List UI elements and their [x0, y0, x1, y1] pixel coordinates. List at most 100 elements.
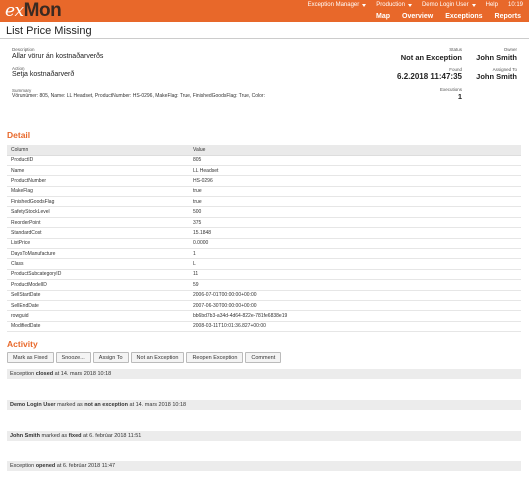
- row-value: 15.1848: [189, 227, 521, 239]
- exception-manager-label: Exception Manager: [307, 2, 360, 8]
- environment-label: Production: [376, 2, 405, 8]
- status-label: Status: [449, 47, 462, 52]
- top-menu: Exception Manager Production Demo Login …: [308, 2, 523, 8]
- table-row: SellStartDate 2006-07-01T00:00:00+00:00: [7, 290, 521, 301]
- activity-user: Demo Login User: [10, 402, 56, 408]
- value-header: Value: [189, 145, 521, 156]
- row-column-name: SellEndDate: [7, 300, 189, 312]
- activity-time: at 6. febrúar 2018 11:51: [81, 433, 142, 439]
- table-row: DaysToManufacture 1: [7, 248, 521, 260]
- chevron-down-icon: [471, 3, 476, 7]
- table-row: rowguid bb6bd7b3-a34d-4d64-822e-781fe6838…: [7, 310, 521, 322]
- activity-entry: Demo Login User marked as not an excepti…: [7, 400, 521, 410]
- row-value: 375: [189, 217, 521, 229]
- activity-event: not an exception: [84, 402, 128, 408]
- table-row: ProductNumber HS-0296: [7, 175, 521, 187]
- table-row: SafetyStockLevel 500: [7, 206, 521, 218]
- row-column-name: ModifiedDate: [7, 321, 189, 333]
- description-label: Description: [12, 47, 35, 52]
- clock: 10:19: [507, 2, 523, 8]
- activity-time: at 14. mars 2018 10:18: [127, 402, 187, 408]
- user-label: Demo Login User: [421, 2, 469, 8]
- row-value: true: [189, 186, 521, 198]
- description-value: Allar vörur án kostnaðarverðs: [12, 53, 104, 60]
- comment-button[interactable]: Comment: [245, 352, 282, 363]
- reopen-exception-button[interactable]: Reopen Exception: [186, 352, 244, 363]
- activity-text: marked as: [39, 433, 69, 439]
- activity-buttons: Mark as Fixed Snooze... Assign To Not an…: [7, 352, 282, 363]
- column-header: Column: [7, 145, 189, 156]
- exception-manager-dropdown[interactable]: Exception Manager: [308, 2, 367, 8]
- detail-heading: Detail: [7, 130, 31, 140]
- row-value: 500: [189, 206, 521, 218]
- row-value: 2007-06-30T00:00:00+00:00: [189, 300, 521, 312]
- row-value: 2006-07-01T00:00:00+00:00: [189, 290, 521, 301]
- detail-table: Column Value ProductID 805 Name LL Headset P…: [7, 145, 521, 333]
- owner-value: John Smith: [476, 53, 517, 62]
- row-column-name: Class: [7, 258, 189, 270]
- table-row: StandardCost 15.1848: [7, 227, 521, 239]
- assign-to-button[interactable]: Assign To: [92, 352, 129, 363]
- row-value: 1: [189, 248, 521, 260]
- environment-dropdown[interactable]: Production: [376, 2, 412, 8]
- row-value: 0.0000: [189, 238, 521, 250]
- row-column-name: ListPrice: [7, 238, 189, 250]
- table-row: MakeFlag true: [7, 186, 521, 198]
- activity-entry: Exception opened at 6. febrúar 2018 11:4…: [7, 461, 521, 471]
- activity-entry: Exception closed at 14. mars 2018 10:18: [7, 369, 521, 379]
- snooze-button[interactable]: Snooze...: [55, 352, 91, 363]
- status-value: Not an Exception: [400, 53, 462, 62]
- summary-value: Vörunúmer: 805, Name: LL Headset, Produc…: [12, 93, 265, 99]
- row-column-name: StandardCost: [7, 227, 189, 239]
- row-column-name: rowguid: [7, 310, 189, 322]
- mark-as-fixed-button[interactable]: Mark as Fixed: [7, 352, 54, 363]
- table-row: ReorderPoint 375: [7, 217, 521, 229]
- table-row: SellEndDate 2007-06-30T00:00:00+00:00: [7, 300, 521, 312]
- chevron-down-icon: [362, 3, 367, 7]
- row-value: LL Headset: [189, 165, 521, 177]
- row-value: true: [189, 196, 521, 208]
- row-column-name: ProductNumber: [7, 175, 189, 187]
- row-column-name: DaysToManufacture: [7, 248, 189, 260]
- user-dropdown[interactable]: Demo Login User: [422, 2, 476, 8]
- activity-text: marked as: [55, 402, 85, 408]
- table-header-row: Column Value: [7, 145, 521, 156]
- row-column-name: ReorderPoint: [7, 217, 189, 229]
- activity-time: at 6. febrúar 2018 11:47: [55, 463, 116, 469]
- not-an-exception-button[interactable]: Not an Exception: [130, 352, 185, 363]
- divider: [0, 38, 529, 39]
- activity-time: at 14. mars 2018 10:18: [53, 371, 112, 377]
- row-column-name: Name: [7, 165, 189, 177]
- row-column-name: MakeFlag: [7, 186, 189, 198]
- table-row: Name LL Headset: [7, 165, 521, 177]
- row-column-name: SafetyStockLevel: [7, 206, 189, 218]
- row-column-name: ProductID: [7, 155, 189, 166]
- table-row: ListPrice 0.0000: [7, 238, 521, 250]
- help-link[interactable]: Help: [486, 2, 498, 8]
- found-value: 6.2.2018 11:47:35: [397, 72, 462, 81]
- main-nav: Map Overview Exceptions Reports: [0, 11, 529, 22]
- table-row: ModifiedDate 2008-03-11T10:01:36.827+00:0…: [7, 321, 521, 333]
- action-value: Setja kostnaðarverð: [12, 71, 75, 78]
- activity-text: Exception: [10, 371, 36, 377]
- nav-exceptions[interactable]: Exceptions: [445, 13, 482, 20]
- table-row: Class L: [7, 258, 521, 270]
- table-row: ProductModelID 59: [7, 279, 521, 291]
- activity-event: opened: [35, 463, 56, 469]
- row-value: HS-0296: [189, 175, 521, 187]
- activity-user: John Smith: [10, 433, 40, 439]
- row-column-name: FinishedGoodsFlag: [7, 196, 189, 208]
- row-value: bb6bd7b3-a34d-4d64-822e-781fe6838e19: [189, 310, 521, 322]
- activity-event: closed: [35, 371, 54, 377]
- nav-map[interactable]: Map: [376, 13, 390, 20]
- page-title: List Price Missing: [6, 25, 92, 37]
- table-row: ProductID 805: [7, 155, 521, 166]
- activity-text: Exception: [10, 463, 36, 469]
- row-value: 11: [189, 269, 521, 281]
- activity-event: fixed: [68, 433, 82, 439]
- row-column-name: SellStartDate: [7, 290, 189, 301]
- nav-reports[interactable]: Reports: [495, 13, 521, 20]
- top-bar: ex Mon Exception Manager Production Demo …: [0, 0, 529, 22]
- nav-overview[interactable]: Overview: [402, 13, 433, 20]
- row-value: 2008-03-11T10:01:36.827+00:00: [189, 321, 521, 333]
